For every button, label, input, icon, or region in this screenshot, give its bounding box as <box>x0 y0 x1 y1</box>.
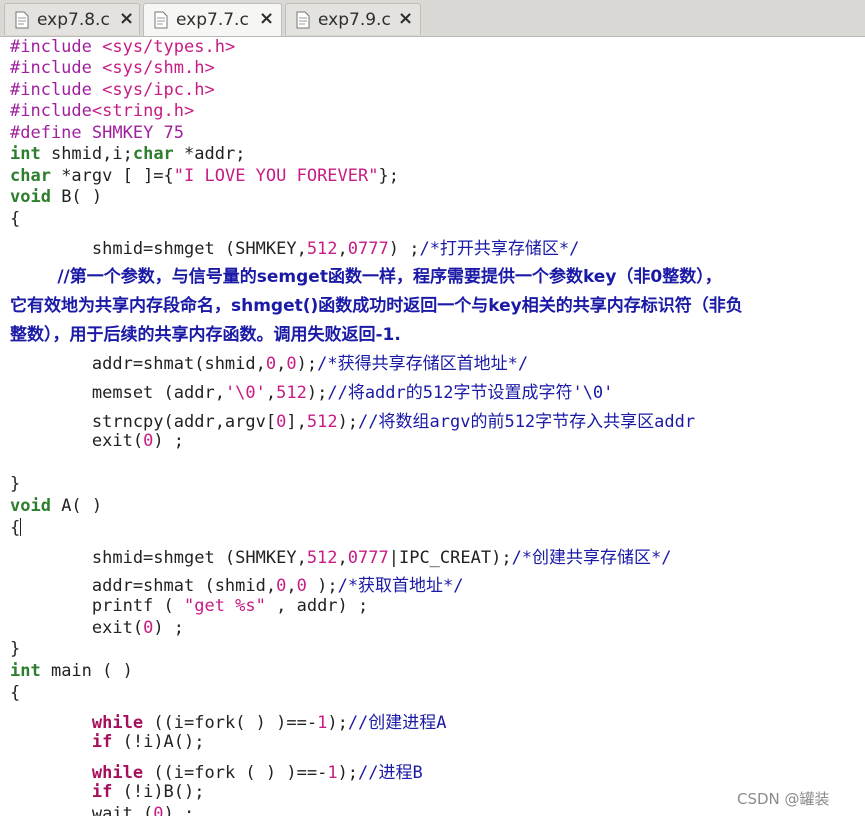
code-line: wait (0) ; <box>10 804 195 816</box>
code-line: strncpy(addr,argv[0],512);//将数组argv的前512… <box>10 412 696 432</box>
code-line: int main ( ) <box>10 661 133 681</box>
close-icon[interactable]: × <box>259 8 274 29</box>
code-line: { <box>10 518 22 538</box>
text-file-icon <box>154 11 168 29</box>
code-editor[interactable]: #include <sys/types.h> #include <sys/shm… <box>0 36 865 816</box>
code-line: shmid=shmget (SHMKEY,512,0777) ;/*打开共享存储… <box>10 239 580 259</box>
code-line: } <box>10 639 21 659</box>
code-line: } <box>10 474 21 494</box>
code-line: #include<string.h> <box>10 101 195 121</box>
code-line: #define SHMKEY 75 <box>10 123 185 143</box>
code-line: if (!i)A(); <box>91 732 205 752</box>
text-cursor <box>20 518 22 536</box>
code-line: void B( ) <box>10 187 103 207</box>
text-file-icon <box>296 11 310 29</box>
code-line: while ((i=fork ( ) )==-1);//进程B <box>91 763 423 783</box>
code-line: int shmid,i;char *addr; <box>10 144 246 164</box>
close-icon[interactable]: × <box>119 8 134 29</box>
code-line: exit(0) ; <box>10 431 185 451</box>
code-line: addr=shmat(shmid,0,0);/*获得共享存储区首地址*/ <box>10 354 529 374</box>
code-line: 它有效地为共享内存段命名，shmget()函数成功时返回一个与key相关的共享内… <box>10 296 743 316</box>
code-line: void A( ) <box>10 496 103 516</box>
tab-label: exp7.7.c <box>176 10 249 30</box>
tab-bar: exp7.8.c × exp7.7.c × exp7.9.c × <box>0 0 865 37</box>
code-line: while ((i=fork( ) )==-1);//创建进程A <box>91 713 447 733</box>
code-line: #include <sys/shm.h> <box>10 58 215 78</box>
code-line: { <box>10 209 21 229</box>
code-line: shmid=shmget (SHMKEY,512,0777|IPC_CREAT)… <box>10 548 672 568</box>
code-line: #include <sys/types.h> <box>10 37 236 57</box>
code-line: 整数），用于后续的共享内存函数。调用失败返回-1. <box>10 325 401 345</box>
code-line: if (!i)B(); <box>91 782 205 802</box>
code-line: //第一个参数，与信号量的semget函数一样，程序需要提供一个参数key（非0… <box>10 267 722 287</box>
tab-exp7-8[interactable]: exp7.8.c × <box>4 3 140 35</box>
code-line: addr=shmat (shmid,0,0 );/*获取首地址*/ <box>10 576 464 596</box>
tab-label: exp7.8.c <box>37 10 110 30</box>
code-line: char *argv [ ]={"I LOVE YOU FOREVER"}; <box>10 166 399 186</box>
code-line: memset (addr,'\0',512);//将addr的512字节设置成字… <box>10 383 614 403</box>
code-line: exit(0) ; <box>10 618 185 638</box>
tab-label: exp7.9.c <box>318 10 391 30</box>
text-file-icon <box>15 11 29 29</box>
tab-exp7-9[interactable]: exp7.9.c × <box>285 3 421 35</box>
tab-exp7-7[interactable]: exp7.7.c × <box>143 3 282 36</box>
code-line: #include <sys/ipc.h> <box>10 80 215 100</box>
close-icon[interactable]: × <box>398 8 413 29</box>
watermark: CSDN @罐装 <box>737 790 830 808</box>
code-line: { <box>10 683 21 703</box>
code-line: printf ( "get %s" , addr) ; <box>10 596 369 616</box>
